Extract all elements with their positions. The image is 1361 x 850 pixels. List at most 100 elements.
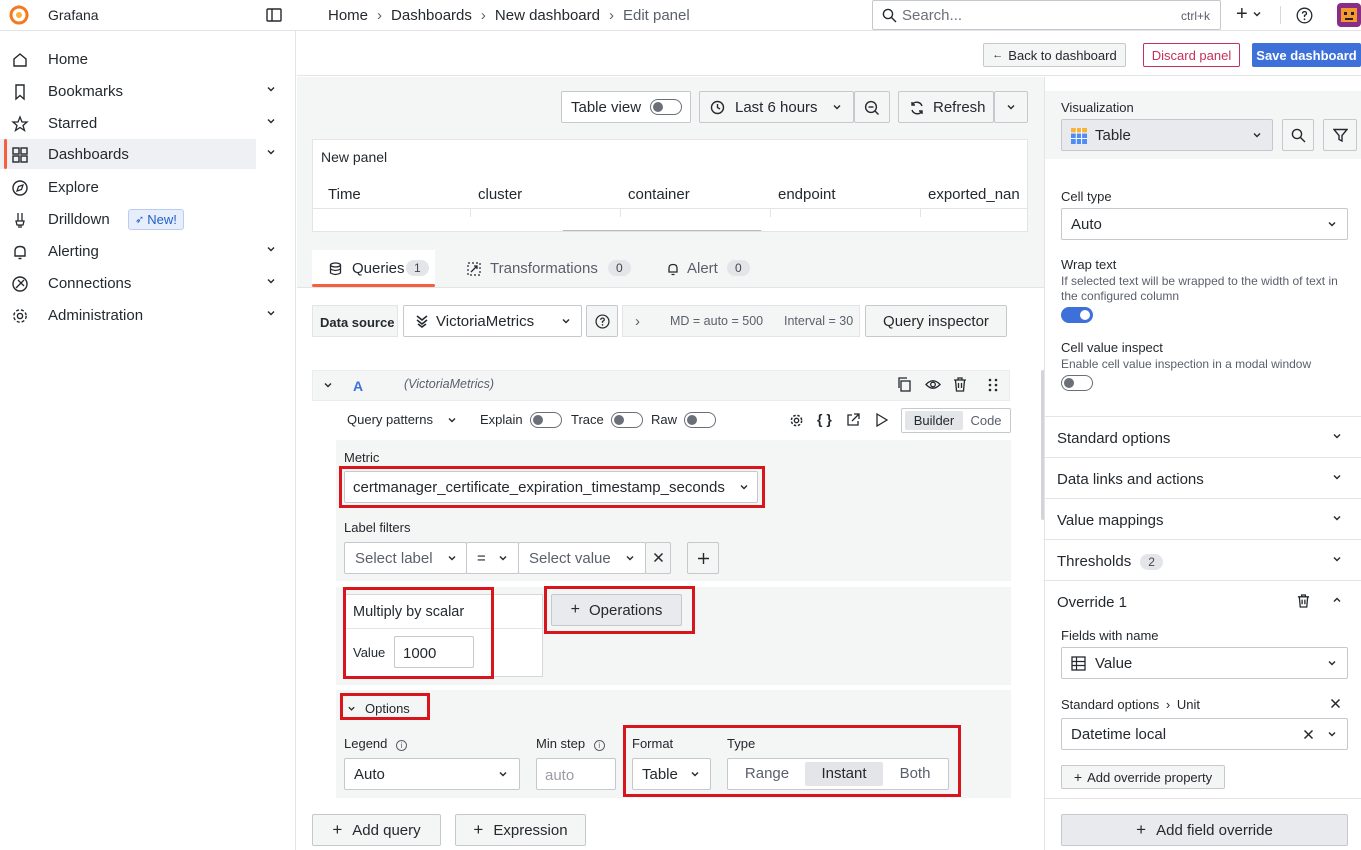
sidebar-item-alerting[interactable]: Alerting: [0, 236, 275, 266]
remove-filter-button[interactable]: [645, 542, 671, 574]
chevron-down-icon[interactable]: [266, 308, 276, 318]
chevron-down-icon[interactable]: [266, 244, 276, 254]
table-header-endpoint[interactable]: endpoint: [778, 186, 836, 203]
chevron-down-icon[interactable]: [266, 276, 276, 286]
datasource-picker[interactable]: VictoriaMetrics: [403, 305, 582, 337]
grafana-logo[interactable]: [8, 4, 30, 26]
sidebar-item-administration[interactable]: Administration: [0, 300, 275, 330]
add-operation-button[interactable]: + Operations: [551, 594, 682, 626]
zoom-out-button[interactable]: [854, 91, 890, 123]
legend-select[interactable]: Auto: [344, 758, 520, 790]
help-icon[interactable]: [1296, 7, 1313, 24]
filter-options-button[interactable]: [1323, 119, 1357, 151]
explain-switch[interactable]: [530, 412, 562, 428]
type-both-option[interactable]: Both: [885, 762, 945, 786]
table-header-exported-namespace[interactable]: exported_nan: [928, 186, 1020, 203]
time-range-picker[interactable]: Last 6 hours: [699, 91, 854, 123]
code-mode-button[interactable]: Code: [964, 411, 1008, 430]
query-options-bar[interactable]: › MD = auto = 500 Interval = 30: [622, 305, 860, 337]
save-dashboard-button[interactable]: Save dashboard: [1252, 43, 1361, 67]
add-field-override-button[interactable]: + Add field override: [1061, 814, 1348, 846]
table-view-switch[interactable]: [650, 99, 682, 115]
chevron-down-icon: [1253, 12, 1261, 17]
add-query-button[interactable]: + Add query: [312, 814, 441, 846]
breadcrumb-home[interactable]: Home: [328, 7, 368, 24]
table-view-toggle[interactable]: Table view: [561, 91, 691, 123]
min-step-input[interactable]: auto: [536, 758, 616, 790]
type-instant-option[interactable]: Instant: [805, 762, 883, 786]
visualization-picker[interactable]: Table: [1061, 119, 1273, 151]
refresh-interval-dropdown[interactable]: [994, 91, 1028, 123]
select-value-dropdown[interactable]: Select value: [518, 542, 646, 574]
breadcrumb-dashboards[interactable]: Dashboards: [391, 7, 472, 24]
hide-response-icon[interactable]: [925, 378, 941, 391]
scalar-value-input[interactable]: 1000: [394, 636, 474, 668]
discard-panel-button[interactable]: Discard panel: [1143, 43, 1240, 67]
tab-transformations[interactable]: Transformations 0: [466, 250, 636, 287]
chevron-down-icon[interactable]: [266, 147, 276, 157]
table-header-cluster[interactable]: cluster: [478, 186, 522, 203]
clear-icon[interactable]: [1303, 729, 1314, 740]
options-toggle[interactable]: Options: [347, 701, 410, 716]
duplicate-query-icon[interactable]: [897, 377, 912, 392]
plus-icon: [697, 552, 710, 565]
format-label: Format: [632, 736, 674, 751]
chevron-down-icon[interactable]: [266, 84, 276, 94]
add-filter-button[interactable]: [687, 542, 719, 574]
trash-icon[interactable]: [1297, 594, 1310, 608]
dock-menu-icon[interactable]: [266, 7, 282, 23]
operator-dropdown[interactable]: =: [466, 542, 519, 574]
horizontal-scrollbar[interactable]: [562, 230, 762, 231]
tab-alert[interactable]: Alert 0: [665, 250, 755, 287]
sidebar-item-explore[interactable]: Explore: [0, 172, 256, 202]
type-range-option[interactable]: Range: [731, 762, 803, 786]
sidebar-item-starred[interactable]: Starred: [0, 108, 275, 138]
sidebar-item-drilldown[interactable]: Drilldown ➶ New!: [0, 204, 256, 234]
sidebar-item-dashboards[interactable]: Dashboards: [0, 139, 275, 169]
raw-switch[interactable]: [684, 412, 716, 428]
new-menu-button[interactable]: +: [1236, 4, 1262, 24]
wrap-text-switch[interactable]: [1061, 307, 1093, 323]
sidebar-item-bookmarks[interactable]: Bookmarks: [0, 76, 275, 106]
query-ref-id[interactable]: A: [353, 378, 363, 394]
add-expression-button[interactable]: + Expression: [455, 814, 586, 846]
run-query-icon[interactable]: [875, 413, 888, 427]
remove-property-close-icon[interactable]: [1330, 698, 1341, 709]
braces-icon[interactable]: { }: [817, 411, 832, 427]
cell-value-inspect-switch[interactable]: [1061, 375, 1093, 391]
chevron-down-icon[interactable]: [266, 116, 276, 126]
query-inspector-button[interactable]: Query inspector: [865, 305, 1007, 337]
unit-select[interactable]: Datetime local: [1061, 718, 1348, 750]
tab-queries[interactable]: Queries 1: [312, 250, 435, 287]
trace-switch[interactable]: [611, 412, 643, 428]
collapse-query-icon[interactable]: [323, 380, 333, 390]
add-override-property-button[interactable]: + Add override property: [1061, 765, 1225, 789]
drag-handle-icon[interactable]: [988, 378, 998, 392]
trash-icon[interactable]: [953, 377, 967, 392]
back-to-dashboard-button[interactable]: ← Back to dashboard: [983, 43, 1126, 67]
section-data-links[interactable]: Data links and actions: [1045, 457, 1361, 498]
table-header-time[interactable]: Time: [328, 186, 361, 203]
sidebar-item-home[interactable]: Home: [0, 44, 256, 74]
external-link-icon[interactable]: [846, 413, 860, 427]
builder-mode-button[interactable]: Builder: [905, 411, 963, 430]
search-options-button[interactable]: [1282, 119, 1314, 151]
format-select[interactable]: Table: [632, 758, 711, 790]
section-thresholds[interactable]: Thresholds 2: [1045, 539, 1361, 580]
cell-type-select[interactable]: Auto: [1061, 208, 1348, 240]
section-standard-options[interactable]: Standard options: [1045, 416, 1361, 457]
table-header-container[interactable]: container: [628, 186, 690, 203]
metric-select[interactable]: certmanager_certificate_expiration_times…: [344, 471, 758, 503]
datasource-help-button[interactable]: [586, 305, 618, 337]
sidebar-item-connections[interactable]: Connections: [0, 268, 275, 298]
search-input[interactable]: Search... ctrl+k: [872, 0, 1221, 30]
select-label-dropdown[interactable]: Select label: [344, 542, 467, 574]
section-override-1[interactable]: Override 1: [1045, 580, 1361, 621]
user-avatar[interactable]: [1337, 3, 1361, 27]
section-value-mappings[interactable]: Value mappings: [1045, 498, 1361, 539]
breadcrumb-new-dashboard[interactable]: New dashboard: [495, 7, 600, 24]
settings-gear-icon[interactable]: [789, 413, 804, 428]
query-patterns-dropdown[interactable]: Query patterns: [347, 412, 457, 427]
fields-with-name-select[interactable]: Value: [1061, 647, 1348, 679]
refresh-button[interactable]: Refresh: [898, 91, 994, 123]
